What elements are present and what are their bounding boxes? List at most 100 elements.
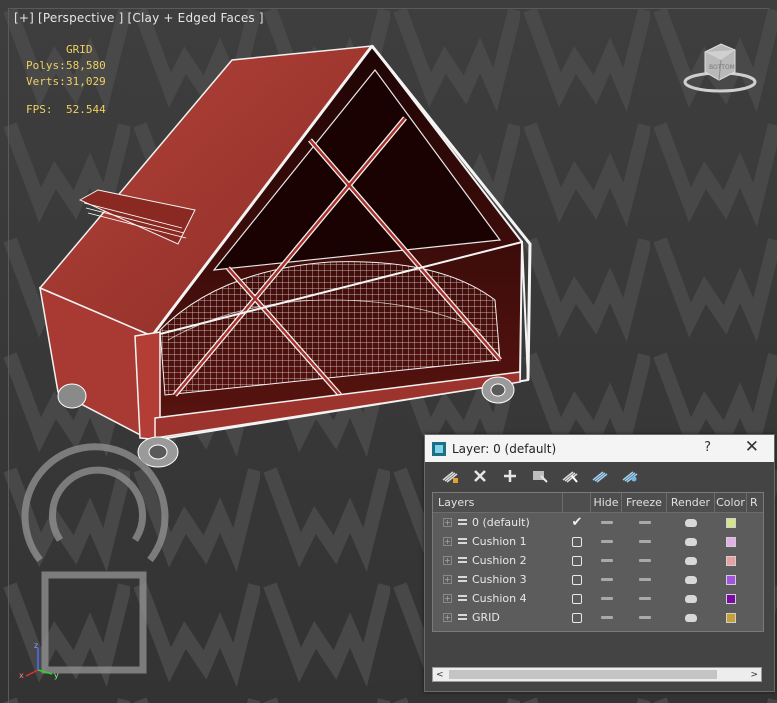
render-toggle[interactable] (667, 608, 715, 627)
radiosity-cell[interactable] (747, 570, 763, 589)
layer-row[interactable]: + Cushion 1 (433, 532, 763, 551)
layer-icon (456, 594, 468, 604)
layer-name[interactable]: Cushion 4 (472, 592, 527, 605)
layer-dialog-titlebar[interactable]: Layer: 0 (default) ? ✕ (425, 435, 774, 462)
color-swatch[interactable] (726, 612, 736, 623)
scroll-left-arrow[interactable]: < (436, 670, 444, 680)
axis-z-label: z (34, 641, 38, 650)
layer-dialog[interactable]: Layer: 0 (default) ? ✕ Layers Hide Freez… (424, 434, 775, 692)
set-current-box[interactable] (572, 555, 582, 566)
freeze-toggle[interactable] (622, 513, 667, 532)
layer-name[interactable]: GRID (472, 611, 500, 624)
column-current[interactable] (563, 493, 591, 512)
layer-table[interactable]: Layers Hide Freeze Render Color R +0 (de… (432, 492, 764, 632)
column-hide[interactable]: Hide (591, 493, 622, 512)
current-layer-toggle[interactable]: ✔ (563, 513, 591, 532)
color-swatch[interactable] (726, 536, 736, 547)
current-layer-toggle[interactable] (563, 532, 591, 551)
freeze-toggle[interactable] (622, 589, 667, 608)
expand-toggle[interactable]: + (443, 575, 452, 584)
layer-row[interactable]: + Cushion 4 (433, 589, 763, 608)
select-icon[interactable] (529, 466, 551, 486)
hide-toggle[interactable] (591, 513, 622, 532)
expand-toggle[interactable]: + (443, 613, 452, 622)
checkmark-icon[interactable]: ✔ (572, 515, 583, 530)
layer-name[interactable]: Cushion 2 (472, 554, 527, 567)
hide-toggle[interactable] (591, 570, 622, 589)
teapot-icon (685, 537, 697, 546)
hide-toggle[interactable] (591, 589, 622, 608)
layer-name[interactable]: 0 (default) (472, 516, 530, 529)
help-button[interactable]: ? (704, 440, 711, 455)
layer-row[interactable]: + GRID (433, 608, 763, 627)
render-toggle[interactable] (667, 551, 715, 570)
new-layer-icon[interactable] (439, 466, 461, 486)
freeze-dash-icon (638, 597, 651, 600)
column-layers[interactable]: Layers (433, 493, 563, 512)
radiosity-cell[interactable] (747, 589, 763, 608)
expand-toggle[interactable]: + (443, 594, 452, 603)
statistics-overlay: GRID Polys: 58,580 Verts: 31,029 FPS: 52.54… (26, 42, 106, 118)
color-swatch[interactable] (726, 555, 736, 566)
render-toggle[interactable] (667, 513, 715, 532)
layer-icon (456, 537, 468, 547)
color-cell[interactable] (715, 589, 747, 608)
set-current-box[interactable] (572, 574, 582, 585)
color-cell[interactable] (715, 608, 747, 627)
color-cell[interactable] (715, 551, 747, 570)
add-icon[interactable] (499, 466, 521, 486)
render-toggle[interactable] (667, 532, 715, 551)
freeze-all-icon[interactable] (619, 466, 641, 486)
hide-toggle[interactable] (591, 532, 622, 551)
horizontal-scrollbar[interactable]: < > (432, 667, 762, 682)
hide-toggle[interactable] (591, 608, 622, 627)
freeze-toggle[interactable] (622, 551, 667, 570)
highlight-icon[interactable] (559, 466, 581, 486)
current-layer-toggle[interactable] (563, 570, 591, 589)
expand-toggle[interactable]: + (443, 556, 452, 565)
column-color[interactable]: Color (715, 493, 747, 512)
column-render[interactable]: Render (667, 493, 715, 512)
render-toggle[interactable] (667, 570, 715, 589)
freeze-toggle[interactable] (622, 532, 667, 551)
current-layer-toggle[interactable] (563, 608, 591, 627)
hide-toggle[interactable] (591, 551, 622, 570)
layer-name[interactable]: Cushion 3 (472, 573, 527, 586)
set-current-box[interactable] (572, 612, 582, 623)
set-current-box[interactable] (572, 593, 582, 604)
hide-all-icon[interactable] (589, 466, 611, 486)
expand-toggle[interactable]: + (443, 518, 452, 527)
color-cell[interactable] (715, 513, 747, 532)
color-cell[interactable] (715, 532, 747, 551)
radiosity-cell[interactable] (747, 551, 763, 570)
radiosity-cell[interactable] (747, 532, 763, 551)
layer-row[interactable]: +0 (default) ✔ (433, 513, 763, 532)
verts-label: Verts: (26, 75, 66, 88)
color-swatch[interactable] (726, 517, 736, 528)
delete-icon[interactable] (469, 466, 491, 486)
scrollbar-thumb[interactable] (449, 670, 717, 679)
freeze-toggle[interactable] (622, 608, 667, 627)
column-radiosity[interactable]: R (747, 493, 763, 512)
set-current-box[interactable] (572, 536, 582, 547)
color-cell[interactable] (715, 570, 747, 589)
expand-toggle[interactable]: + (443, 537, 452, 546)
column-freeze[interactable]: Freeze (622, 493, 667, 512)
color-swatch[interactable] (726, 574, 736, 585)
freeze-toggle[interactable] (622, 570, 667, 589)
current-layer-toggle[interactable] (563, 589, 591, 608)
layer-name[interactable]: Cushion 1 (472, 535, 527, 548)
fps-value: 52.544 (66, 103, 106, 116)
color-swatch[interactable] (726, 593, 736, 604)
layer-row[interactable]: + Cushion 2 (433, 551, 763, 570)
layer-row[interactable]: + Cushion 3 (433, 570, 763, 589)
viewcube-icon[interactable]: BOTTOM (683, 38, 757, 94)
viewport-label[interactable]: [+] [Perspective ] [Clay + Edged Faces ] (14, 11, 264, 25)
radiosity-cell[interactable] (747, 513, 763, 532)
scroll-right-arrow[interactable]: > (750, 670, 758, 680)
close-button[interactable]: ✕ (745, 437, 759, 457)
hide-dash-icon (600, 616, 613, 619)
radiosity-cell[interactable] (747, 608, 763, 627)
current-layer-toggle[interactable] (563, 551, 591, 570)
render-toggle[interactable] (667, 589, 715, 608)
